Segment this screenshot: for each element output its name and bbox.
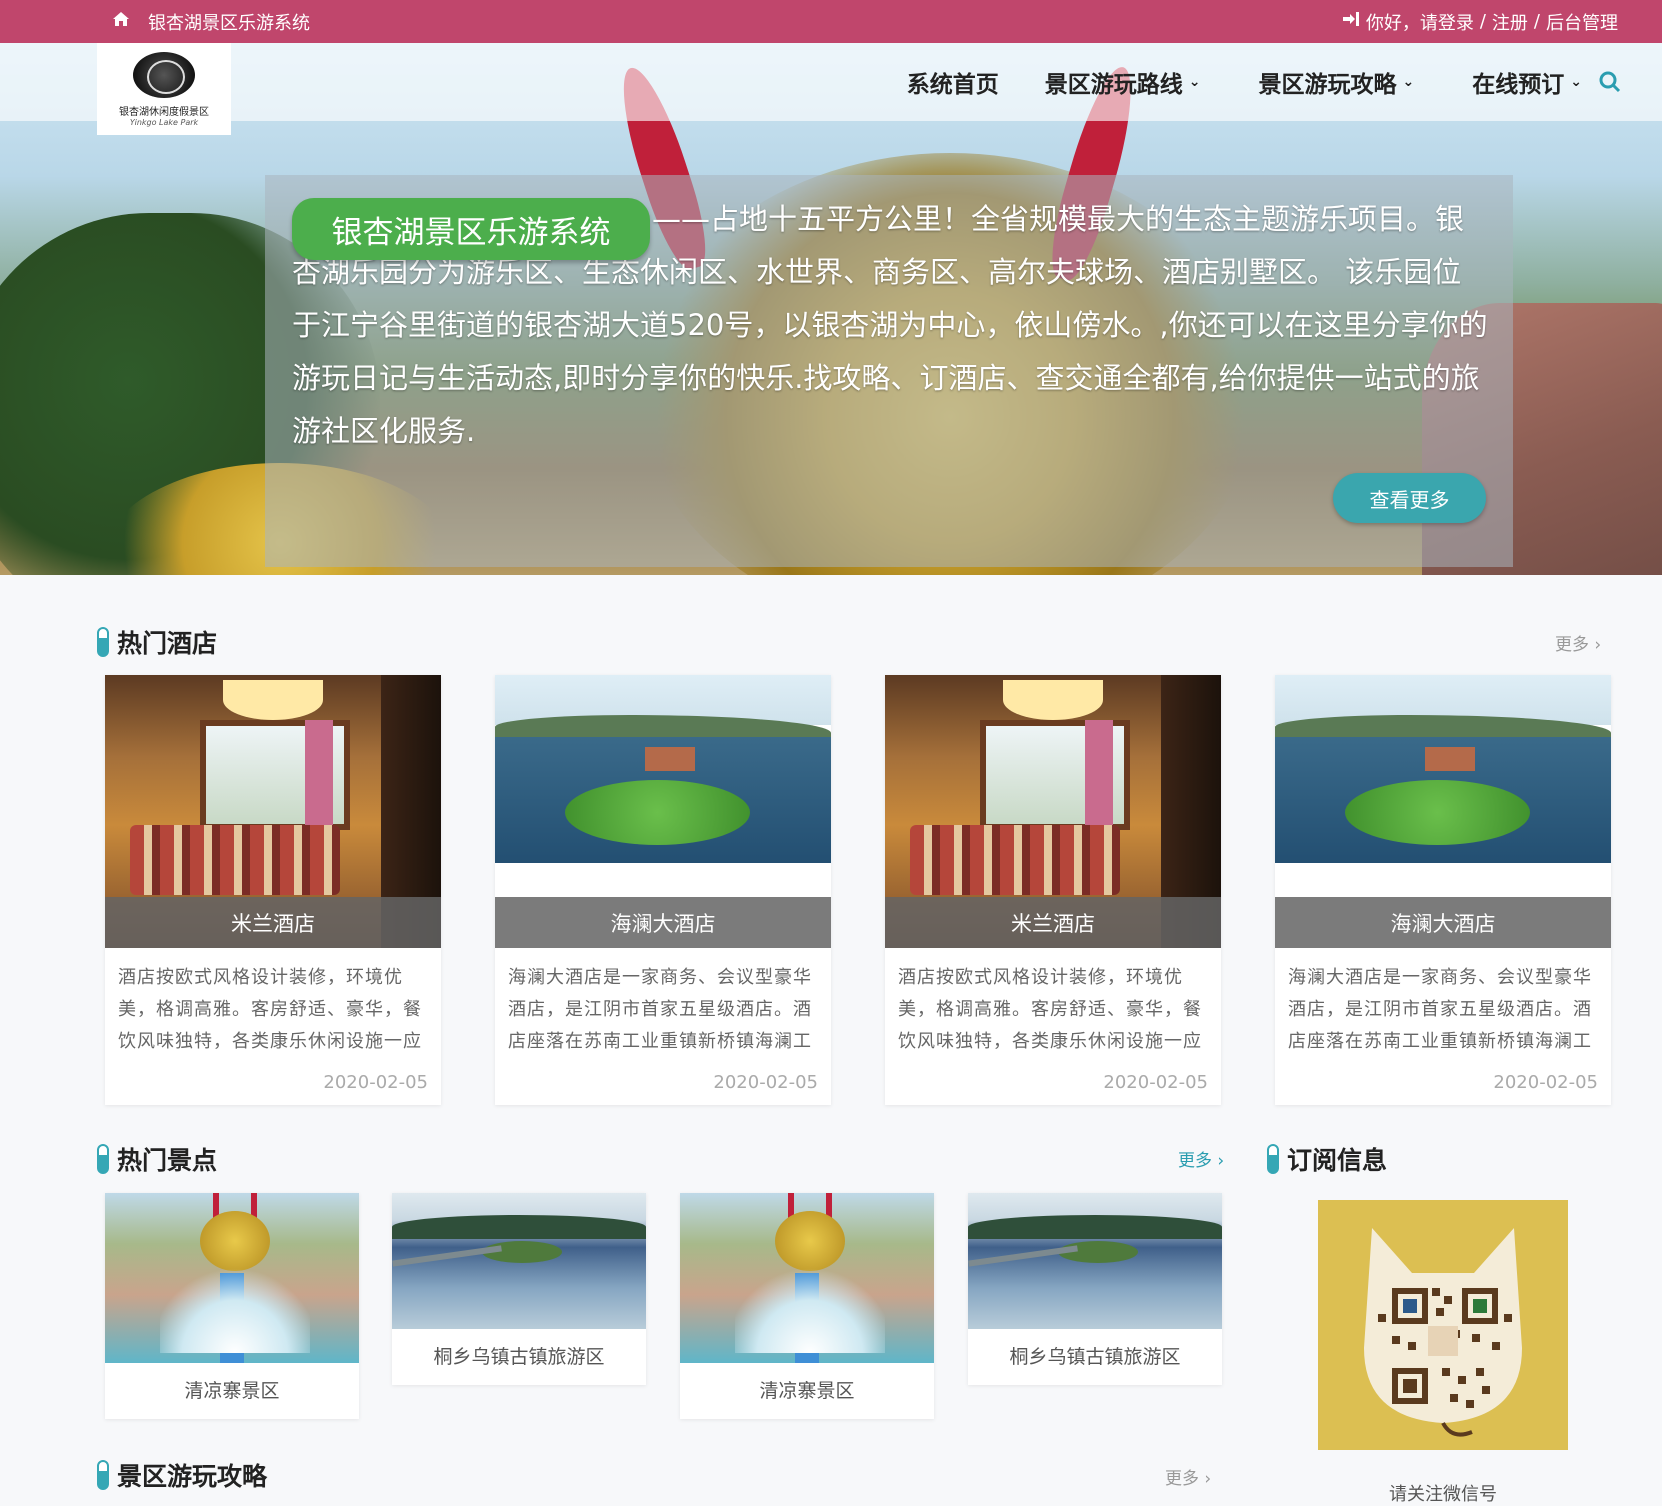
qr-caption: 请关注微信号 (1389, 1484, 1497, 1505)
section-marker-icon (1267, 1144, 1279, 1174)
scenic-image (968, 1193, 1222, 1329)
logo-emblem (133, 51, 195, 98)
hotel-card[interactable]: 米兰酒店 酒店按欧式风格设计装修，环境优美，格调高雅。客房舒适、豪华，餐饮风味独… (885, 675, 1221, 1105)
hotel-name: 米兰酒店 (885, 897, 1221, 948)
register-link[interactable]: 注册 (1492, 9, 1528, 35)
scenic-image (680, 1193, 934, 1363)
section-guides-header: 景区游玩攻略 (97, 1457, 267, 1493)
section-title: 热门酒店 (117, 629, 218, 658)
section-subscribe-header: 订阅信息 (1267, 1141, 1387, 1177)
hotel-card[interactable]: 海澜大酒店 海澜大酒店是一家商务、会议型豪华酒店，是江阴市首家五星级酒店。酒店座… (495, 675, 831, 1105)
section-hotels-header: 热门酒店 (97, 624, 217, 660)
scenic-image (105, 1193, 359, 1363)
hotel-description: 海澜大酒店是一家商务、会议型豪华酒店，是江阴市首家五星级酒店。酒店座落在苏南工业… (508, 967, 812, 1052)
view-more-button[interactable]: 查看更多 (1333, 473, 1486, 523)
hotel-card[interactable]: 米兰酒店 酒店按欧式风格设计装修，环境优美，格调高雅。客房舒适、豪华，餐饮风味独… (105, 675, 441, 1105)
scenic-card[interactable]: 清凉寨景区 (105, 1193, 359, 1419)
hotel-description: 酒店按欧式风格设计装修，环境优美，格调高雅。客房舒适、豪华，餐饮风味独特，各类康… (898, 967, 1202, 1052)
intro-badge: 银杏湖景区乐游系统 (292, 198, 650, 260)
hotel-card[interactable]: 海澜大酒店 海澜大酒店是一家商务、会议型豪华酒店，是江阴市首家五星级酒店。酒店座… (1275, 675, 1611, 1105)
chevron-down-icon: ⌄ (1402, 74, 1415, 90)
search-icon[interactable] (1598, 70, 1622, 94)
hotel-name: 海澜大酒店 (495, 897, 831, 948)
scenic-name: 桐乡乌镇古镇旅游区 (433, 1346, 605, 1368)
admin-link[interactable]: 后台管理 (1546, 9, 1618, 35)
section-title: 订阅信息 (1287, 1146, 1388, 1175)
scenic-name: 清凉寨景区 (184, 1380, 280, 1402)
nav-item-routes[interactable]: 景区游玩路线 ⌄ (1045, 65, 1201, 99)
chevron-down-icon: ⌄ (1570, 74, 1582, 90)
section-scenic-header: 热门景点 (97, 1141, 217, 1177)
login-link[interactable]: 你好，请登录 (1366, 9, 1474, 35)
scenic-more-link[interactable]: 更多 › (1178, 1146, 1224, 1171)
hotel-name: 米兰酒店 (105, 897, 441, 948)
top-bar: 银杏湖景区乐游系统 你好，请登录 / 注册 / 后台管理 (0, 0, 1662, 43)
section-title: 景区游玩攻略 (117, 1462, 268, 1491)
section-marker-icon (97, 627, 109, 657)
nav-item-home[interactable]: 系统首页 (907, 65, 999, 99)
section-title: 热门景点 (117, 1146, 218, 1175)
scenic-card[interactable]: 桐乡乌镇古镇旅游区 (392, 1193, 646, 1385)
hotels-more-link[interactable]: 更多 › (1555, 630, 1601, 655)
nav-item-booking[interactable]: 在线预订 ⌄ (1472, 65, 1582, 99)
home-icon[interactable] (112, 11, 130, 32)
logo-name: 银杏湖休闲度假景区 (119, 106, 209, 118)
guides-more-link[interactable]: 更多 › (1165, 1464, 1211, 1489)
chevron-down-icon: ⌄ (1188, 74, 1201, 90)
login-icon[interactable] (1342, 11, 1360, 32)
hotel-date: 2020-02-05 (1103, 1072, 1208, 1093)
section-marker-icon (97, 1144, 109, 1174)
scenic-name: 清凉寨景区 (759, 1380, 855, 1402)
site-title[interactable]: 银杏湖景区乐游系统 (148, 9, 310, 35)
nav-item-guides[interactable]: 景区游玩攻略 ⌄ (1259, 65, 1415, 99)
hotel-description: 海澜大酒店是一家商务、会议型豪华酒店，是江阴市首家五星级酒店。酒店座落在苏南工业… (1288, 967, 1592, 1052)
logo[interactable]: 银杏湖休闲度假景区 Yinkgo Lake Park (97, 43, 231, 135)
scenic-image (392, 1193, 646, 1329)
wechat-qr-code (1318, 1200, 1568, 1450)
hotel-date: 2020-02-05 (1493, 1072, 1598, 1093)
scenic-name: 桐乡乌镇古镇旅游区 (1009, 1346, 1181, 1368)
hotel-date: 2020-02-05 (713, 1072, 818, 1093)
separator: / (1533, 11, 1540, 32)
logo-tagline: Yinkgo Lake Park (129, 117, 199, 127)
hotel-name: 海澜大酒店 (1275, 897, 1611, 948)
hotel-date: 2020-02-05 (323, 1072, 428, 1093)
main-nav: 系统首页 景区游玩路线 ⌄ 景区游玩攻略 ⌄ 在线预订 ⌄ (907, 43, 1582, 121)
scenic-card[interactable]: 桐乡乌镇古镇旅游区 (968, 1193, 1222, 1385)
section-marker-icon (97, 1460, 109, 1490)
hero-banner: ——占地十五平方公里！全省规模最大的生态主题游乐项目。银杏湖乐园分为游乐区、生态… (0, 43, 1662, 575)
separator: / (1479, 11, 1486, 32)
scenic-card[interactable]: 清凉寨景区 (680, 1193, 934, 1419)
hotel-description: 酒店按欧式风格设计装修，环境优美，格调高雅。客房舒适、豪华，餐饮风味独特，各类康… (118, 967, 422, 1052)
